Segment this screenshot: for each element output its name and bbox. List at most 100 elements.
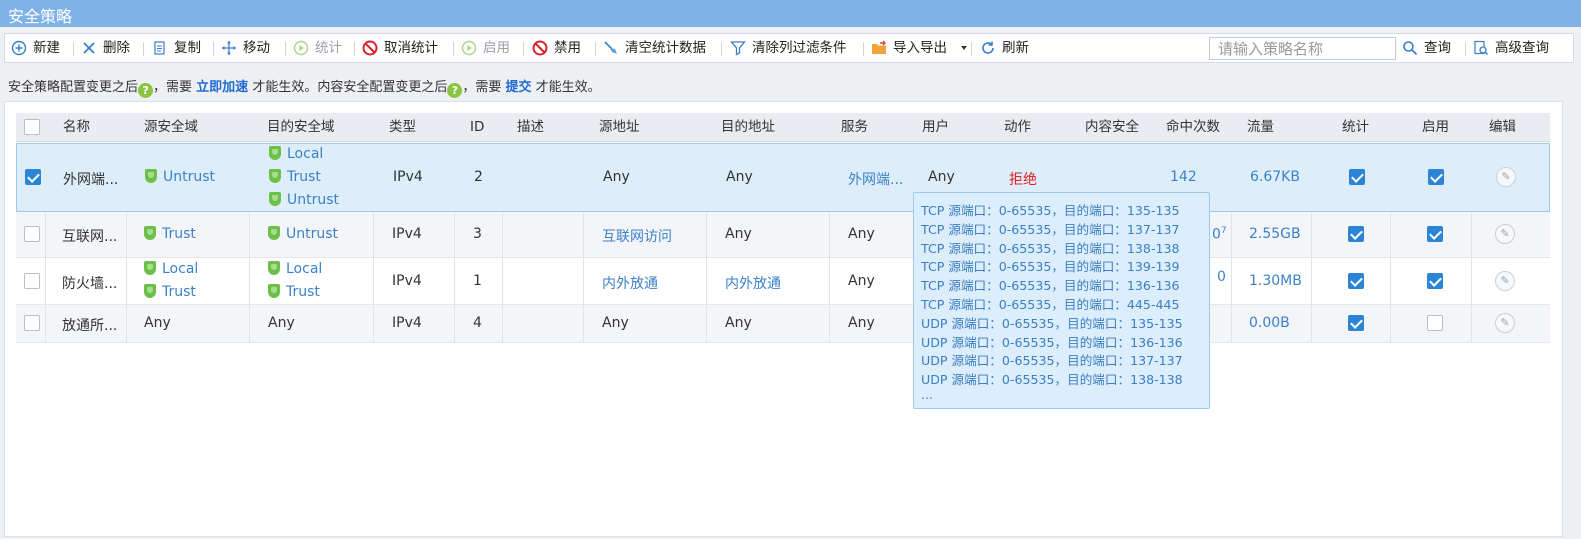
divider	[249, 212, 250, 258]
enable-checkbox[interactable]	[1427, 315, 1443, 331]
tooltip-line: UDP 源端口：0-65535，目的端口：136-136	[921, 335, 1183, 350]
col-id[interactable]: ID	[470, 113, 484, 142]
pencil-icon: ✎	[1500, 274, 1510, 287]
edit-button[interactable]: ✎	[1495, 313, 1515, 333]
divider	[213, 42, 214, 56]
help-icon[interactable]: ?	[447, 83, 463, 98]
enable-checkbox[interactable]	[1427, 226, 1443, 242]
divider	[721, 42, 722, 56]
policy-name: 放通所...	[62, 318, 118, 334]
dst-zone[interactable]: Local	[268, 261, 322, 277]
col-dst-zone[interactable]: 目的安全域	[267, 113, 335, 142]
col-content-security[interactable]: 内容安全	[1085, 113, 1139, 142]
policy-type: IPv4	[392, 273, 422, 289]
table-row[interactable]: 外网端... Untrust Local Trust Untrust IPv4 …	[16, 143, 1550, 212]
row-checkbox[interactable]	[24, 226, 40, 242]
stats-checkbox[interactable]	[1349, 169, 1365, 185]
hit-count[interactable]: 142	[1170, 169, 1197, 185]
divider	[1390, 212, 1391, 258]
enable-checkbox[interactable]	[1427, 273, 1443, 289]
shield-icon	[268, 261, 280, 275]
row-checkbox[interactable]	[24, 273, 40, 289]
col-desc[interactable]: 描述	[517, 113, 544, 142]
stats-checkbox[interactable]	[1348, 226, 1364, 242]
src-zone[interactable]: Local	[144, 261, 198, 277]
divider	[126, 258, 127, 305]
hit-count[interactable]: 0	[1217, 269, 1226, 285]
edit-button[interactable]: ✎	[1495, 224, 1515, 244]
toolbar: 新建 删除 复制 移动 统计 取消统计 启用 禁用 清空统计数据 清除列过滤条件…	[4, 33, 1574, 63]
col-action[interactable]: 动作	[1004, 113, 1031, 142]
col-traffic[interactable]: 流量	[1247, 113, 1274, 142]
src-addr-link[interactable]: 互联网访问	[602, 226, 672, 246]
select-all-checkbox[interactable]	[24, 119, 40, 135]
src-zone[interactable]: Untrust	[145, 169, 215, 185]
dst-addr-link[interactable]: 内外放通	[725, 273, 781, 293]
submit-link[interactable]: 提交	[506, 80, 532, 95]
divider	[73, 42, 74, 56]
col-service[interactable]: 服务	[841, 113, 868, 142]
advanced-search-icon	[1474, 40, 1489, 56]
divider	[502, 212, 503, 258]
search-input[interactable]	[1209, 37, 1396, 60]
src-zone[interactable]: Trust	[144, 284, 196, 300]
table-row[interactable]: 防火墙... Local Trust Local Trust IPv4 1 内外…	[16, 258, 1550, 305]
edit-button[interactable]: ✎	[1495, 271, 1515, 291]
dst-zone[interactable]: Local	[269, 146, 323, 162]
col-dst-addr[interactable]: 目的地址	[721, 113, 775, 142]
dst-zone[interactable]: Trust	[268, 284, 320, 300]
divider	[502, 258, 503, 305]
col-edit[interactable]: 编辑	[1489, 113, 1516, 142]
col-enable[interactable]: 启用	[1422, 113, 1449, 142]
dst-zone[interactable]: Untrust	[269, 192, 339, 208]
dst-zone[interactable]: Trust	[269, 169, 321, 185]
src-addr: Any	[602, 315, 629, 331]
col-name[interactable]: 名称	[63, 113, 90, 142]
src-zone[interactable]: Trust	[144, 226, 196, 242]
apply-now-link[interactable]: 立即加速	[196, 80, 248, 95]
row-checkbox[interactable]	[24, 315, 40, 331]
dst-zone[interactable]: Untrust	[268, 226, 338, 242]
col-hits[interactable]: 命中次数	[1166, 113, 1220, 142]
config-notice: 安全策略配置变更之后? ，需要 立即加速 才能生效。内容安全配置变更之后? ，需要 …	[8, 80, 601, 98]
divider	[249, 305, 250, 343]
shield-icon	[268, 226, 280, 240]
src-zone: Any	[144, 315, 171, 331]
stats-checkbox[interactable]	[1348, 273, 1364, 289]
policy-name: 防火墙...	[62, 276, 118, 292]
col-src-addr[interactable]: 源地址	[599, 113, 640, 142]
tooltip-line: TCP 源端口：0-65535，目的端口：138-138	[921, 241, 1180, 256]
divider	[706, 305, 707, 343]
help-icon[interactable]: ?	[138, 83, 154, 98]
service-link[interactable]: 外网端...	[848, 169, 903, 189]
col-user[interactable]: 用户	[922, 113, 949, 142]
stats-checkbox[interactable]	[1348, 315, 1364, 331]
divider	[285, 42, 286, 56]
refresh-icon	[982, 41, 994, 54]
shield-icon	[144, 226, 156, 240]
col-stats[interactable]: 统计	[1342, 113, 1369, 142]
divider	[1311, 212, 1312, 258]
service: Any	[848, 315, 875, 331]
policy-id: 2	[474, 169, 483, 185]
dst-zone: Any	[268, 315, 295, 331]
col-src-zone[interactable]: 源安全域	[144, 113, 198, 142]
divider	[126, 305, 127, 343]
divider	[595, 42, 596, 56]
src-addr-link[interactable]: 内外放通	[602, 273, 658, 293]
edit-button[interactable]: ✎	[1496, 167, 1516, 187]
table-row[interactable]: 互联网... Trust Untrust IPv4 3 互联网访问 Any An…	[16, 212, 1550, 258]
enable-checkbox[interactable]	[1428, 169, 1444, 185]
table-row[interactable]: 放通所... Any Any IPv4 4 Any Any Any 0.00B …	[16, 305, 1550, 343]
divider	[829, 305, 830, 343]
divider	[143, 42, 144, 56]
col-type[interactable]: 类型	[389, 113, 416, 142]
row-checkbox[interactable]	[25, 169, 41, 185]
tooltip-line: TCP 源端口：0-65535，目的端口：139-139	[921, 259, 1180, 274]
divider	[373, 258, 374, 305]
divider	[706, 258, 707, 305]
tooltip-line: TCP 源端口：0-65535，目的端口：137-137	[921, 222, 1180, 237]
policy-type: IPv4	[392, 226, 422, 242]
hit-count[interactable]: 07	[1212, 226, 1227, 243]
policy-name: 外网端...	[63, 172, 119, 188]
